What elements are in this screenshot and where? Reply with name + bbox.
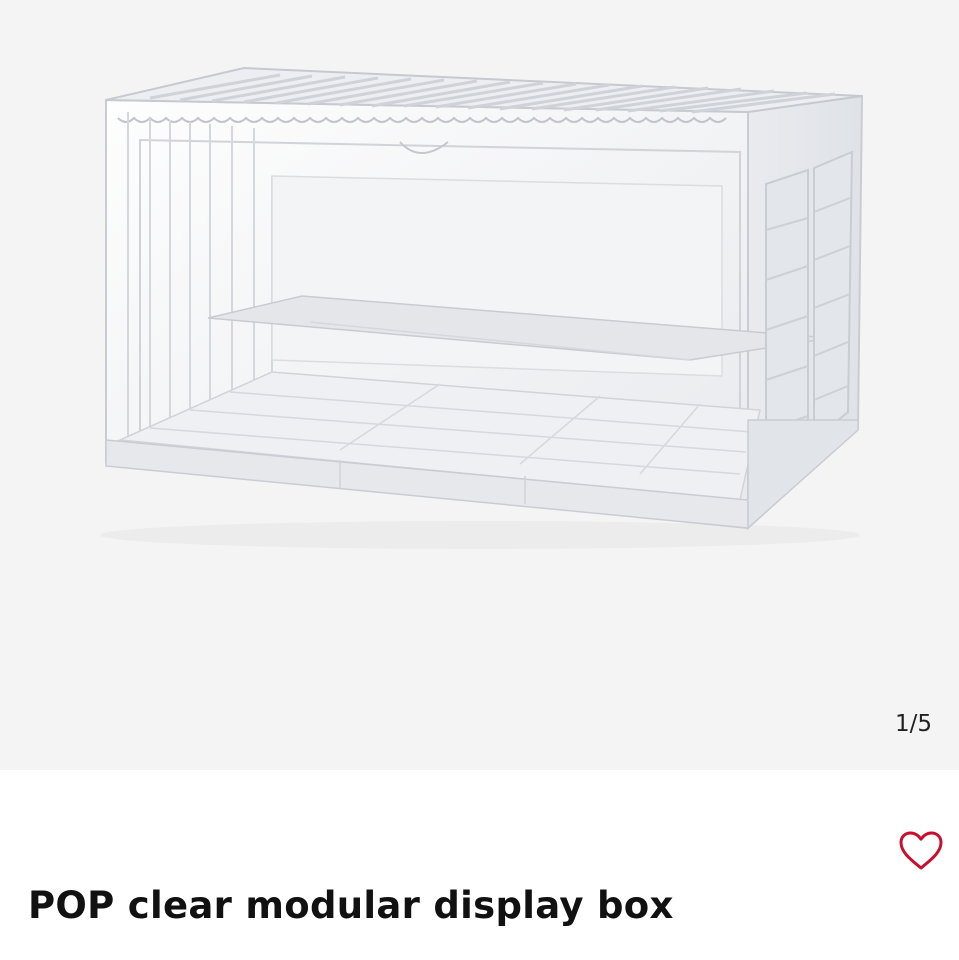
product-image-clear-display-box[interactable]: [0, 0, 959, 770]
heart-outline-icon: [899, 831, 943, 870]
favorite-button[interactable]: [898, 830, 944, 872]
image-counter: 1/5: [894, 711, 932, 737]
product-image-gallery[interactable]: 1/5: [0, 0, 959, 770]
product-title: POP clear modular display box: [28, 884, 674, 927]
